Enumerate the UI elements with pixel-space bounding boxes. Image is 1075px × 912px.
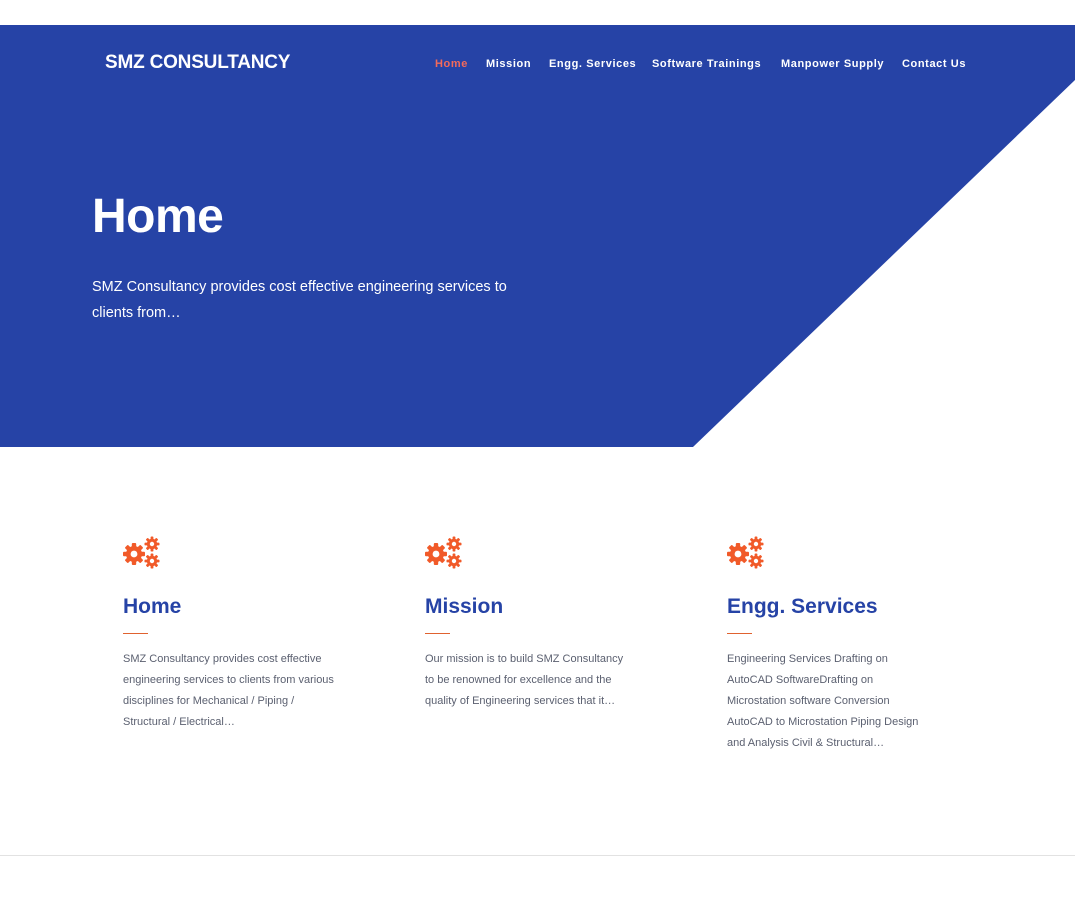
nav-link-engg-services[interactable]: Engg. Services bbox=[549, 58, 636, 70]
feature-text: SMZ Consultancy provides cost effective … bbox=[123, 653, 334, 728]
gears-icon bbox=[425, 536, 462, 569]
nav-link-mission[interactable]: Mission bbox=[486, 58, 531, 70]
hero-description: SMZ Consultancy provides cost effective … bbox=[92, 279, 507, 321]
gears-icon bbox=[123, 536, 160, 569]
title-underline bbox=[425, 633, 450, 634]
feature-title[interactable]: Mission bbox=[425, 594, 503, 620]
nav-link-home[interactable]: Home bbox=[435, 58, 468, 70]
hero-title: Home bbox=[92, 190, 224, 243]
feature-text: Our mission is to build SMZ Consultancy … bbox=[425, 653, 624, 707]
feature-title[interactable]: Home bbox=[123, 594, 181, 620]
nav-link-contact-us[interactable]: Contact Us bbox=[902, 58, 966, 70]
feature-text: Engineering Services Drafting on AutoCAD… bbox=[727, 653, 919, 749]
nav-link-manpower-supply[interactable]: Manpower Supply bbox=[781, 58, 884, 70]
title-underline bbox=[727, 633, 752, 634]
title-underline bbox=[123, 633, 148, 634]
gears-icon bbox=[727, 536, 764, 569]
feature-title[interactable]: Engg. Services bbox=[727, 594, 878, 620]
main-nav: Home Mission Engg. Services Software Tra… bbox=[0, 58, 1075, 74]
nav-link-software-trainings[interactable]: Software Trainings bbox=[652, 58, 761, 70]
footer-divider bbox=[0, 855, 1075, 856]
hero-banner: SMZ CONSULTANCY Home Mission Engg. Servi… bbox=[0, 25, 1075, 447]
